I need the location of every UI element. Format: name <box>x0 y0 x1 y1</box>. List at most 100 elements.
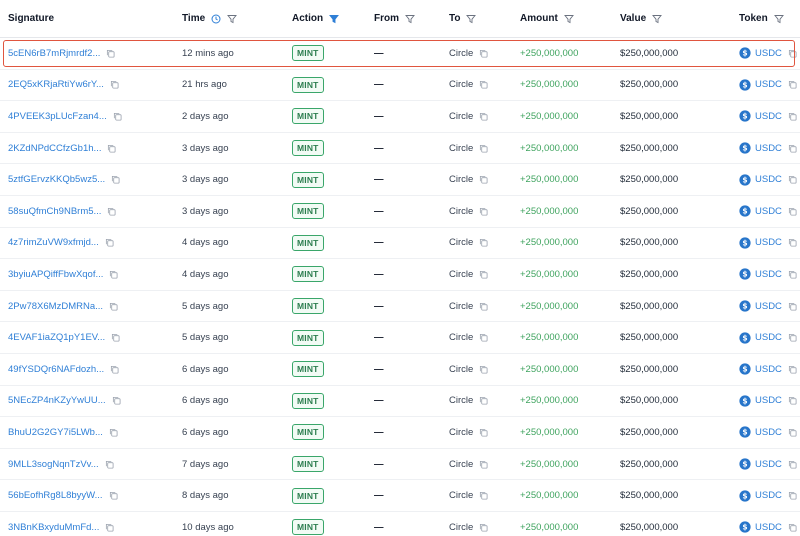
copy-icon[interactable] <box>110 80 119 89</box>
copy-icon[interactable] <box>788 207 797 216</box>
filter-icon[interactable] <box>563 14 574 24</box>
copy-icon[interactable] <box>788 238 797 247</box>
copy-icon[interactable] <box>479 175 488 184</box>
copy-icon[interactable] <box>107 144 116 153</box>
token-link[interactable]: USDC <box>755 301 782 312</box>
copy-icon[interactable] <box>479 365 488 374</box>
to-account[interactable]: Circle <box>449 79 473 90</box>
table-row[interactable]: 5cEN6rB7mRjmrdf2... 12 mins ago MINT — C… <box>0 38 800 70</box>
copy-icon[interactable] <box>109 302 118 311</box>
to-account[interactable]: Circle <box>449 395 473 406</box>
copy-icon[interactable] <box>109 491 118 500</box>
to-account[interactable]: Circle <box>449 522 473 533</box>
table-row[interactable]: 49fYSDQr6NAFdozh... 6 days ago MINT — Ci… <box>0 354 800 386</box>
token-link[interactable]: USDC <box>755 237 782 248</box>
token-link[interactable]: USDC <box>755 364 782 375</box>
to-account[interactable]: Circle <box>449 143 473 154</box>
to-account[interactable]: Circle <box>449 237 473 248</box>
copy-icon[interactable] <box>479 491 488 500</box>
token-link[interactable]: USDC <box>755 522 782 533</box>
to-account[interactable]: Circle <box>449 490 473 501</box>
token-link[interactable]: USDC <box>755 174 782 185</box>
clock-icon[interactable] <box>211 14 221 24</box>
signature-link[interactable]: 58suQfmCh9NBrm5... <box>8 206 101 217</box>
copy-icon[interactable] <box>479 396 488 405</box>
copy-icon[interactable] <box>479 80 488 89</box>
copy-icon[interactable] <box>110 365 119 374</box>
to-account[interactable]: Circle <box>449 174 473 185</box>
filter-icon[interactable] <box>405 14 415 24</box>
copy-icon[interactable] <box>479 112 488 121</box>
copy-icon[interactable] <box>105 460 114 469</box>
filter-icon[interactable] <box>773 14 784 24</box>
table-row[interactable]: 2Pw78X6MzDMRNa... 5 days ago MINT — Circ… <box>0 291 800 323</box>
filter-active-icon[interactable] <box>329 14 340 24</box>
token-link[interactable]: USDC <box>755 79 782 90</box>
signature-link[interactable]: 4PVEEK3pLUcFzan4... <box>8 111 107 122</box>
table-row[interactable]: 4PVEEK3pLUcFzan4... 2 days ago MINT — Ci… <box>0 101 800 133</box>
copy-icon[interactable] <box>105 523 114 532</box>
copy-icon[interactable] <box>788 144 797 153</box>
copy-icon[interactable] <box>106 49 115 58</box>
table-row[interactable]: 4EVAF1iaZQ1pY1EV... 5 days ago MINT — Ci… <box>0 322 800 354</box>
copy-icon[interactable] <box>111 333 120 342</box>
table-row[interactable]: 56bEofhRg8L8byyW... 8 days ago MINT — Ci… <box>0 480 800 512</box>
table-row[interactable]: 58suQfmCh9NBrm5... 3 days ago MINT — Cir… <box>0 196 800 228</box>
signature-link[interactable]: 4z7rimZuVW9xfmjd... <box>8 237 99 248</box>
signature-link[interactable]: 9MLL3sogNqnTzVv... <box>8 459 99 470</box>
copy-icon[interactable] <box>109 428 118 437</box>
copy-icon[interactable] <box>479 144 488 153</box>
copy-icon[interactable] <box>788 80 797 89</box>
to-account[interactable]: Circle <box>449 427 473 438</box>
signature-link[interactable]: 2Pw78X6MzDMRNa... <box>8 301 103 312</box>
token-link[interactable]: USDC <box>755 490 782 501</box>
token-link[interactable]: USDC <box>755 269 782 280</box>
signature-link[interactable]: 5NEcZP4nKZyYwUU... <box>8 395 106 406</box>
copy-icon[interactable] <box>479 302 488 311</box>
copy-icon[interactable] <box>479 333 488 342</box>
to-account[interactable]: Circle <box>449 332 473 343</box>
copy-icon[interactable] <box>788 333 797 342</box>
copy-icon[interactable] <box>479 460 488 469</box>
copy-icon[interactable] <box>479 49 488 58</box>
to-account[interactable]: Circle <box>449 206 473 217</box>
copy-icon[interactable] <box>788 302 797 311</box>
copy-icon[interactable] <box>788 49 797 58</box>
copy-icon[interactable] <box>788 523 797 532</box>
signature-link[interactable]: BhuU2G2GY7i5LWb... <box>8 427 103 438</box>
token-link[interactable]: USDC <box>755 206 782 217</box>
token-link[interactable]: USDC <box>755 427 782 438</box>
to-account[interactable]: Circle <box>449 364 473 375</box>
table-row[interactable]: 9MLL3sogNqnTzVv... 7 days ago MINT — Cir… <box>0 449 800 481</box>
copy-icon[interactable] <box>788 460 797 469</box>
copy-icon[interactable] <box>107 207 116 216</box>
copy-icon[interactable] <box>111 175 120 184</box>
filter-icon[interactable] <box>652 14 663 24</box>
copy-icon[interactable] <box>788 491 797 500</box>
token-link[interactable]: USDC <box>755 111 782 122</box>
copy-icon[interactable] <box>788 270 797 279</box>
signature-link[interactable]: 5cEN6rB7mRjmrdf2... <box>8 48 100 59</box>
signature-link[interactable]: 5ztfGErvzKKQb5wz5... <box>8 174 105 185</box>
to-account[interactable]: Circle <box>449 111 473 122</box>
signature-link[interactable]: 56bEofhRg8L8byyW... <box>8 490 103 501</box>
copy-icon[interactable] <box>109 270 118 279</box>
copy-icon[interactable] <box>788 365 797 374</box>
copy-icon[interactable] <box>788 396 797 405</box>
copy-icon[interactable] <box>479 270 488 279</box>
token-link[interactable]: USDC <box>755 395 782 406</box>
table-row[interactable]: 5ztfGErvzKKQb5wz5... 3 days ago MINT — C… <box>0 164 800 196</box>
copy-icon[interactable] <box>479 207 488 216</box>
table-row[interactable]: BhuU2G2GY7i5LWb... 6 days ago MINT — Cir… <box>0 417 800 449</box>
table-row[interactable]: 2KZdNPdCCfzGb1h... 3 days ago MINT — Cir… <box>0 133 800 165</box>
copy-icon[interactable] <box>479 523 488 532</box>
filter-icon[interactable] <box>466 14 477 24</box>
to-account[interactable]: Circle <box>449 459 473 470</box>
signature-link[interactable]: 49fYSDQr6NAFdozh... <box>8 364 104 375</box>
copy-icon[interactable] <box>105 238 114 247</box>
signature-link[interactable]: 2EQ5xKRjaRtiYw6rY... <box>8 79 104 90</box>
table-row[interactable]: 4z7rimZuVW9xfmjd... 4 days ago MINT — Ci… <box>0 228 800 260</box>
signature-link[interactable]: 3NBnKBxyduMmFd... <box>8 522 99 533</box>
copy-icon[interactable] <box>112 396 121 405</box>
token-link[interactable]: USDC <box>755 459 782 470</box>
